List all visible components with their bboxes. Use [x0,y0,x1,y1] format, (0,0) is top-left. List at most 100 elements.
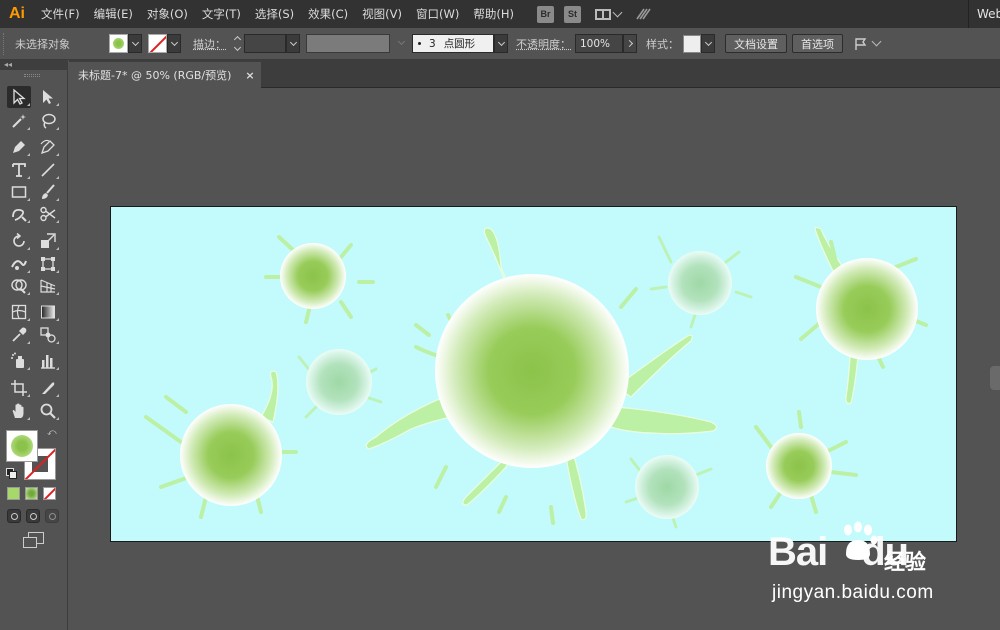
tools-panel-grip[interactable] [24,74,40,77]
draw-inside-button[interactable] [45,509,59,523]
mesh-tool[interactable] [7,301,31,323]
scale-tool[interactable] [36,230,60,252]
rectangle-tool[interactable] [7,181,31,203]
rotate-tool[interactable] [7,230,31,252]
swap-fill-stroke-icon[interactable]: ⤺ [47,428,57,438]
gpu-performance-icon[interactable] [635,5,653,23]
stroke-weight-dropdown[interactable] [286,34,300,53]
lasso-tool[interactable] [36,110,60,132]
toolbar-collapse-button[interactable]: ◂◂ [0,60,68,70]
stroke-weight-input[interactable] [244,34,286,53]
workspace-switcher[interactable]: Web [968,0,1000,28]
control-bar-grip[interactable] [3,32,7,55]
artboard-tool[interactable] [7,377,31,399]
stroke-weight-stepper[interactable] [230,34,244,53]
menu-select[interactable]: 选择(S) [248,0,301,28]
shaper-tool[interactable] [7,203,31,225]
fill-box[interactable] [6,430,38,462]
bridge-button[interactable]: Br [536,5,554,23]
none-mode-button[interactable] [43,487,56,500]
draw-behind-icon [29,512,37,520]
watermark-url: jingyan.baidu.com [772,582,934,603]
direct-selection-tool[interactable] [36,86,60,108]
brush-name: 点圆形 [443,38,476,50]
line-segment-tool[interactable] [36,159,60,181]
zoom-tool[interactable] [36,400,60,422]
preferences-button[interactable]: 首选项 [792,34,843,53]
stroke-dropdown[interactable] [167,34,181,53]
opacity-label[interactable]: 不透明度： [516,36,571,52]
graphic-style-dropdown[interactable] [701,34,715,53]
variable-width-profile[interactable] [306,34,390,53]
symbol-sprayer-tool[interactable] [7,350,31,372]
perspective-grid-tool[interactable] [36,275,60,297]
document-tab-title: 未标题-7* @ 50% (RGB/预览) [78,69,232,82]
menu-effect[interactable]: 效果(C) [301,0,355,28]
slice-knife-icon [42,382,55,394]
variable-width-dropdown[interactable] [390,34,412,53]
column-graph-tool[interactable] [36,350,60,372]
brush-dropdown[interactable] [494,34,508,53]
brush-definition-field[interactable]: 3 点圆形 [412,34,494,53]
eyedropper-icon [12,327,27,342]
slice-tool[interactable] [36,377,60,399]
menu-view[interactable]: 视图(V) [355,0,409,28]
menu-object[interactable]: 对象(O) [140,0,195,28]
artboard[interactable] [110,206,957,542]
document-setup-button[interactable]: 文档设置 [725,34,787,53]
fill-dropdown[interactable] [128,34,142,53]
menu-type[interactable]: 文字(T) [195,0,248,28]
line-segment-icon [41,163,55,177]
selection-tool[interactable] [7,86,31,108]
tools-panel: ⤺ [0,70,68,630]
opacity-input[interactable]: 100% [575,34,623,53]
gradient-mode-button[interactable] [25,487,38,500]
menu-window[interactable]: 窗口(W) [409,0,466,28]
menu-help[interactable]: 帮助(H) [466,0,521,28]
close-tab-icon[interactable]: × [245,69,254,82]
type-tool[interactable] [7,159,31,181]
fill-swatch[interactable] [109,34,128,53]
shape-builder-tool[interactable] [7,275,31,297]
screen-mode-icon[interactable] [22,532,44,548]
free-transform-tool[interactable] [36,253,60,275]
type-t-icon [12,163,26,177]
stroke-label[interactable]: 描边： [193,36,226,52]
graphic-style-swatch[interactable] [683,34,701,53]
opacity-slider-button[interactable] [623,34,637,53]
magic-wand-tool[interactable] [7,110,31,132]
draw-behind-button[interactable] [26,509,40,523]
stock-button[interactable]: St [563,5,581,23]
draw-normal-button[interactable] [7,509,21,523]
watermark-cn: 经验 [884,550,926,574]
draw-inside-icon [48,512,56,520]
artboard-icon [11,380,27,396]
blend-tool[interactable] [36,324,60,346]
gradient-fill-dot-icon [11,435,33,457]
scissors-tool[interactable] [36,203,60,225]
control-bar-menu-button[interactable] [853,36,882,51]
draw-mode-row [7,509,59,523]
menu-bar: Ai 文件(F) 编辑(E) 对象(O) 文字(T) 选择(S) 效果(C) 视… [0,0,1000,28]
default-fill-stroke-icon[interactable] [6,468,17,479]
curvature-tool[interactable] [36,136,60,158]
rotate-icon [13,232,25,247]
pen-tool[interactable] [7,136,31,158]
fill-color-picker[interactable] [109,34,142,53]
menu-file[interactable]: 文件(F) [34,0,87,28]
paintbrush-tool[interactable] [36,181,60,203]
brush-size: 3 [429,37,436,50]
width-tool[interactable] [7,253,31,275]
color-mode-button[interactable] [7,487,20,500]
gradient-tool[interactable] [36,301,60,323]
menu-edit[interactable]: 编辑(E) [87,0,140,28]
magic-wand-icon [12,114,26,128]
document-tab[interactable]: 未标题-7* @ 50% (RGB/预览) × [69,62,261,88]
stroke-color-picker[interactable] [148,34,181,53]
free-transform-icon [41,257,55,271]
stroke-swatch[interactable] [148,34,167,53]
arrange-documents-button[interactable] [594,7,623,20]
eyedropper-tool[interactable] [7,324,31,346]
hand-tool[interactable] [7,400,31,422]
vertical-scrollbar-thumb[interactable] [990,366,1000,390]
